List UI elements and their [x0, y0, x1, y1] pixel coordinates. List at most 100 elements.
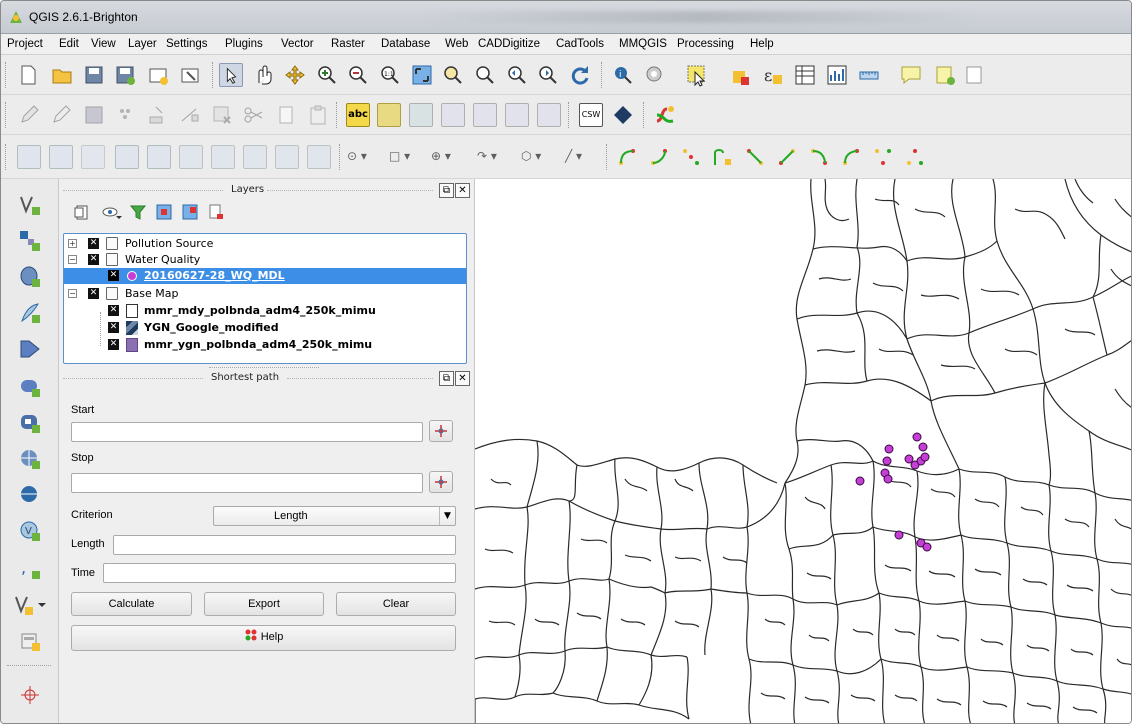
cad-rectangle-dropdown[interactable]: □ ▾ [389, 145, 421, 169]
splitter[interactable] [209, 367, 319, 368]
paste-features-icon[interactable] [306, 103, 330, 127]
save-project-icon[interactable] [82, 63, 106, 87]
cad-polygon-dropdown[interactable]: ⬡ ▾ [521, 145, 553, 169]
visibility-checkbox[interactable]: ✕ [108, 339, 119, 350]
close-panel-button[interactable]: ✕ [455, 371, 470, 386]
cadtools-4-icon[interactable] [711, 145, 735, 169]
digitize-tool-2-icon[interactable] [49, 145, 73, 169]
cadtools-1-icon[interactable] [615, 145, 639, 169]
length-field[interactable] [113, 535, 456, 555]
menu-view[interactable]: View [91, 38, 116, 50]
new-layer-dropdown-icon[interactable] [13, 593, 47, 617]
cadtools-3-icon[interactable] [679, 145, 703, 169]
visibility-checkbox[interactable]: ✕ [88, 288, 99, 299]
cad-line-dropdown[interactable]: ╱ ▾ [565, 145, 597, 169]
add-delimited-text-icon[interactable]: V [18, 519, 42, 543]
filter-legend-icon[interactable] [129, 203, 147, 221]
close-panel-button[interactable]: ✕ [455, 183, 470, 198]
map-canvas[interactable] [474, 179, 1131, 723]
digitize-tool-5-icon[interactable] [147, 145, 171, 169]
menu-cadtools[interactable]: CadTools [556, 38, 604, 50]
cadtools-2-icon[interactable] [647, 145, 671, 169]
menu-project[interactable]: Project [7, 38, 43, 50]
deselect-features-icon[interactable] [729, 63, 753, 87]
add-feature-icon[interactable] [114, 103, 138, 127]
expand-all-icon[interactable] [155, 203, 173, 221]
layer-group-pollution-source[interactable]: + ✕ Pollution Source [64, 236, 466, 252]
save-edits-icon[interactable] [82, 103, 106, 127]
crosshair-icon[interactable] [18, 683, 42, 707]
pin-labels-icon[interactable] [377, 103, 401, 127]
float-panel-button[interactable]: ⧉ [439, 183, 454, 198]
new-project-icon[interactable] [16, 63, 40, 87]
digitize-tool-6-icon[interactable] [179, 145, 203, 169]
layer-wq-mdl-selected[interactable]: ✕ 20160627-28_WQ_MDL [64, 268, 466, 284]
zoom-last-icon[interactable] [505, 63, 529, 87]
zoom-next-icon[interactable] [536, 63, 560, 87]
new-temporary-layer-icon[interactable] [18, 629, 42, 653]
rotate-label-icon[interactable] [505, 103, 529, 127]
cadtools-7-icon[interactable] [807, 145, 831, 169]
copy-features-icon[interactable] [274, 103, 298, 127]
add-gpx-layer-icon[interactable]: , [18, 557, 42, 581]
add-oracle-layer-icon[interactable] [18, 375, 42, 399]
add-vector-layer-icon[interactable] [18, 193, 42, 217]
add-wms-layer-icon[interactable] [18, 411, 42, 435]
menu-layer[interactable]: Layer [128, 38, 157, 50]
cut-features-icon[interactable] [242, 103, 266, 127]
menu-processing[interactable]: Processing [677, 38, 734, 50]
stop-field[interactable] [71, 473, 423, 493]
zoom-in-icon[interactable] [315, 63, 339, 87]
manage-visibility-icon[interactable] [101, 203, 123, 221]
highlight-pinned-labels-icon[interactable] [409, 103, 433, 127]
remove-layer-icon[interactable] [207, 203, 225, 221]
run-feature-action-icon[interactable] [643, 63, 667, 87]
move-feature-icon[interactable] [146, 103, 170, 127]
label-toolbar-icon[interactable]: abc [346, 103, 370, 127]
visibility-checkbox[interactable]: ✕ [108, 322, 119, 333]
time-field[interactable] [103, 563, 456, 583]
collapse-toggle[interactable]: − [68, 255, 77, 264]
layer-ygn-polbnda[interactable]: ✕ mmr_ygn_polbnda_adm4_250k_mimu [64, 337, 466, 354]
delete-selected-icon[interactable] [210, 103, 234, 127]
digitize-tool-3-icon[interactable] [81, 145, 105, 169]
collapse-all-icon[interactable] [181, 203, 199, 221]
criterion-select[interactable]: Length ▼ [213, 506, 456, 526]
menu-raster[interactable]: Raster [331, 38, 365, 50]
layer-ygn-google[interactable]: ✕ YGN_Google_modified [64, 320, 466, 337]
pan-to-selection-icon[interactable] [283, 63, 307, 87]
expand-toggle[interactable]: + [68, 239, 77, 248]
save-as-icon[interactable] [113, 63, 137, 87]
metasearch-icon[interactable] [611, 103, 635, 127]
new-bookmark-icon[interactable] [933, 63, 957, 87]
digitize-tool-8-icon[interactable] [243, 145, 267, 169]
map-tips-icon[interactable] [899, 63, 923, 87]
export-button[interactable]: Export [204, 592, 324, 616]
capture-stop-point-button[interactable] [429, 471, 453, 493]
collapse-toggle[interactable]: − [68, 289, 77, 298]
field-calculator-icon[interactable]: ε [761, 63, 785, 87]
add-raster-layer-icon[interactable] [18, 229, 42, 253]
select-features-icon[interactable] [685, 63, 709, 87]
current-edits-icon[interactable] [17, 103, 41, 127]
cadtools-10-icon[interactable] [903, 145, 927, 169]
layer-mdy-polbnda[interactable]: ✕ mmr_mdy_polbnda_adm4_250k_mimu [64, 303, 466, 320]
refresh-icon[interactable] [568, 63, 592, 87]
visibility-checkbox[interactable]: ✕ [108, 305, 119, 316]
menu-edit[interactable]: Edit [59, 38, 79, 50]
digitize-tool-4-icon[interactable] [115, 145, 139, 169]
touch-zoom-icon[interactable] [219, 63, 243, 87]
csw-icon[interactable]: CSW [579, 103, 603, 127]
cad-ellipse-dropdown[interactable]: ⊕ ▾ [431, 145, 463, 169]
add-mssql-layer-icon[interactable] [18, 337, 42, 361]
show-hide-labels-icon[interactable] [441, 103, 465, 127]
menu-help[interactable]: Help [750, 38, 774, 50]
cadtools-5-icon[interactable] [743, 145, 767, 169]
move-label-icon[interactable] [473, 103, 497, 127]
layer-group-water-quality[interactable]: − ✕ Water Quality [64, 252, 466, 268]
menu-mmqgis[interactable]: MMQGIS [619, 38, 667, 50]
add-group-icon[interactable] [73, 203, 91, 221]
add-postgis-layer-icon[interactable] [18, 265, 42, 289]
add-wcs-layer-icon[interactable] [18, 447, 42, 471]
cadtools-8-icon[interactable] [839, 145, 863, 169]
